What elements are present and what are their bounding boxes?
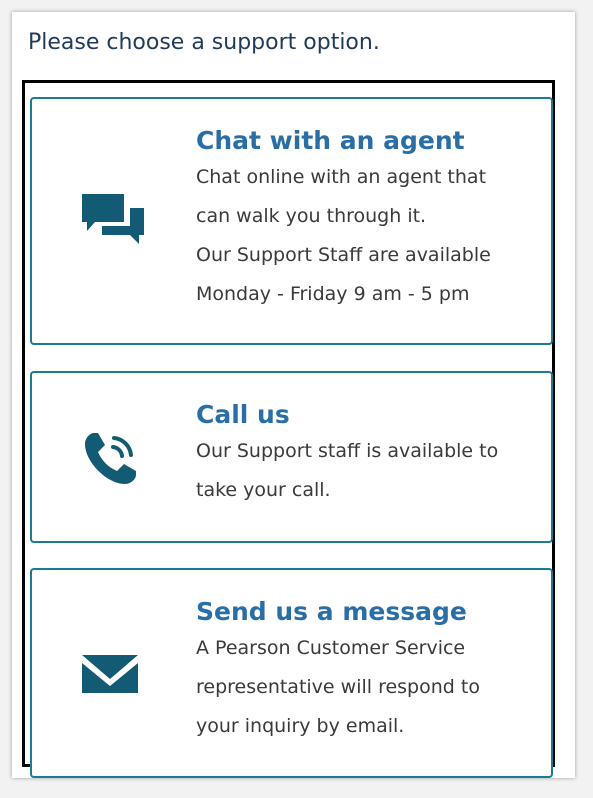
call-option-description: Our Support staff is available to take y…: [196, 432, 533, 510]
description-line: Our Support staff is available to: [196, 440, 499, 462]
description-line: representative will respond to: [196, 676, 480, 698]
chat-bubbles-icon: [80, 192, 146, 254]
chat-option-description: Chat online with an agent that can walk …: [196, 158, 533, 314]
support-panel: Please choose a support option. Chat wit…: [12, 12, 575, 778]
chat-option-title: Chat with an agent: [196, 126, 465, 155]
message-option-text: Send us a message A Pearson Customer Ser…: [196, 597, 533, 746]
call-us-option[interactable]: Call us Our Support staff is available t…: [30, 371, 553, 543]
call-option-text: Call us Our Support staff is available t…: [196, 400, 533, 510]
call-option-title: Call us: [196, 400, 290, 429]
page-title: Please choose a support option.: [28, 30, 380, 55]
description-line: take your call.: [196, 479, 331, 501]
send-message-option[interactable]: Send us a message A Pearson Customer Ser…: [30, 568, 553, 778]
description-line: A Pearson Customer Service: [196, 637, 466, 659]
description-line: Monday - Friday 9 am - 5 pm: [196, 283, 470, 305]
chat-option-text: Chat with an agent Chat online with an a…: [196, 126, 533, 314]
chat-with-agent-option[interactable]: Chat with an agent Chat online with an a…: [30, 97, 553, 345]
support-options-list: Chat with an agent Chat online with an a…: [22, 80, 555, 778]
phone-ringing-icon: [80, 429, 140, 493]
description-line: Our Support Staff are available: [196, 244, 491, 266]
description-line: Chat online with an agent that: [196, 166, 487, 188]
description-line: can walk you through it.: [196, 205, 427, 227]
message-option-description: A Pearson Customer Service representativ…: [196, 629, 533, 746]
envelope-icon: [80, 653, 140, 699]
description-line: your inquiry by email.: [196, 715, 405, 737]
message-option-title: Send us a message: [196, 597, 467, 626]
